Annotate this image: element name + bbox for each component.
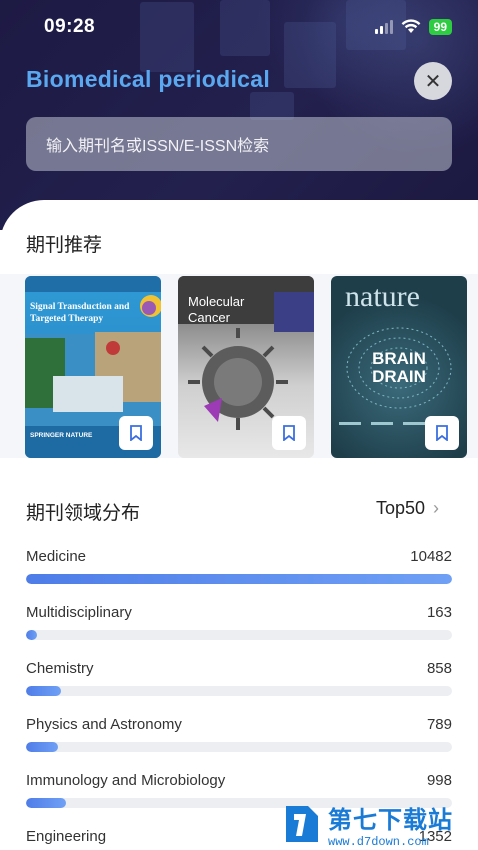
field-row-chemistry[interactable]: Chemistry 858 [26,660,452,696]
journal-cover-1[interactable]: Signal Transduction and Targeted Therapy… [25,276,161,458]
bookmark-icon [130,425,142,441]
wifi-icon [401,19,421,33]
watermark: 第七下载站 www.d7down.com [282,798,478,850]
field-bar-track [26,686,452,696]
bookmark-button-3[interactable] [425,416,459,450]
journal-cover-2[interactable]: Molecular Cancer [178,276,314,458]
cover-headline-3: BRAIN DRAIN [372,349,426,386]
signal-icon [374,20,393,34]
field-bar-track [26,574,452,584]
field-count: 10482 [410,548,452,565]
journal-cover-3[interactable]: nature BRAIN DRAIN [331,276,467,458]
cover-title-1: Signal Transduction and Targeted Therapy [30,302,130,324]
watermark-url: www.d7down.com [328,834,429,849]
decorative-cover [250,92,294,120]
field-count: 858 [426,660,452,677]
field-bar-fill [26,742,58,752]
cover-publisher-1: SPRINGER NATURE [30,432,93,439]
close-button[interactable]: ✕ [414,62,452,100]
field-label: Immunology and Microbiology [26,772,226,789]
status-bar: 09:28 99 [0,0,478,54]
field-label: Medicine [26,548,87,565]
section-title-recommend: 期刊推荐 [26,235,103,256]
top50-link[interactable]: Top50 › [376,498,439,519]
field-label: Engineering [26,828,107,845]
section-title-distribution: 期刊领域分布 [26,503,141,524]
field-bar-fill [26,574,452,584]
field-bar-track [26,742,452,752]
field-count: 789 [426,716,452,733]
field-bar-fill [26,798,67,808]
status-icons: 99 [374,19,452,35]
bookmark-button-2[interactable] [272,416,306,450]
field-bar-track [26,630,452,640]
field-bar-fill [26,630,37,640]
field-label: Physics and Astronomy [26,716,182,733]
cover-title-2: Molecular Cancer [188,294,245,325]
search-input[interactable]: 输入期刊名或ISSN/E-ISSN检索 [26,117,452,171]
chevron-right-icon: › [433,498,440,518]
bookmark-icon [436,425,448,441]
cover-title-3: nature [345,280,420,313]
field-count: 998 [426,772,452,789]
search-placeholder: 输入期刊名或ISSN/E-ISSN检索 [46,138,270,155]
field-row-medicine[interactable]: Medicine 10482 [26,548,452,584]
watermark-text: 第七下载站 [328,806,453,834]
bookmark-button-1[interactable] [119,416,153,450]
field-row-physics[interactable]: Physics and Astronomy 789 [26,716,452,752]
battery-icon: 99 [428,19,452,35]
field-label: Multidisciplinary [26,604,132,621]
close-icon: ✕ [424,70,442,93]
field-row-multidisciplinary[interactable]: Multidisciplinary 163 [26,604,452,640]
field-label: Chemistry [26,660,94,677]
field-count: 163 [426,604,452,621]
bookmark-icon [283,425,295,441]
app-title: Biomedical periodical [26,66,271,92]
status-time: 09:28 [44,16,96,37]
watermark-logo-icon [286,806,318,842]
field-bar-fill [26,686,61,696]
top50-label: Top50 [376,498,426,518]
